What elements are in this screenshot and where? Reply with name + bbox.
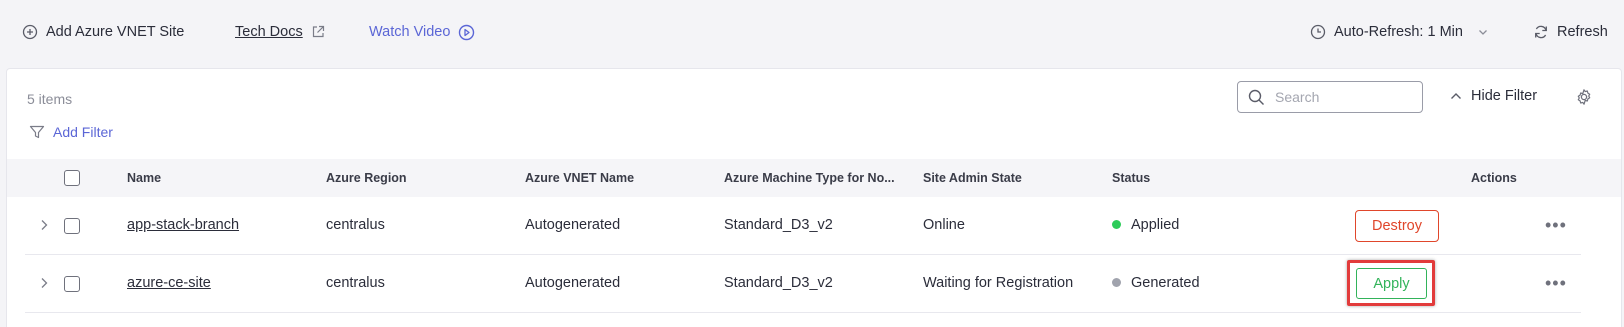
settings-gear-icon[interactable]: [1575, 88, 1593, 106]
add-filter-button[interactable]: Add Filter: [29, 124, 113, 140]
add-azure-vnet-site-label: Add Azure VNET Site: [46, 24, 185, 40]
status-label: Applied: [1131, 217, 1180, 233]
watch-video-link[interactable]: Watch Video: [369, 20, 475, 44]
status-label: Generated: [1131, 275, 1200, 291]
column-header-name[interactable]: Name: [127, 171, 161, 185]
table-header: Name Azure Region Azure VNET Name Azure …: [7, 159, 1621, 197]
plus-circle-icon: [22, 24, 38, 40]
external-link-icon: [311, 25, 325, 39]
vnet-name-cell: Autogenerated: [525, 275, 621, 291]
column-header-site-admin-state[interactable]: Site Admin State: [923, 171, 1022, 185]
chevron-down-icon: [1477, 26, 1489, 38]
column-header-status[interactable]: Status: [1112, 171, 1150, 185]
add-azure-vnet-site-button[interactable]: Add Azure VNET Site: [22, 20, 184, 44]
refresh-icon: [1533, 24, 1549, 40]
machine-type-cell: Standard_D3_v2: [724, 217, 833, 233]
select-all-checkbox[interactable]: [64, 170, 80, 186]
machine-type-cell: Standard_D3_v2: [724, 275, 833, 291]
site-name-link[interactable]: azure-ce-site: [127, 275, 211, 291]
apply-button[interactable]: Apply: [1356, 268, 1427, 299]
row-checkbox[interactable]: [64, 218, 80, 234]
azure-region-cell: centralus: [326, 275, 385, 291]
column-header-azure-vnet-name[interactable]: Azure VNET Name: [525, 171, 634, 185]
refresh-button[interactable]: Refresh: [1533, 20, 1608, 44]
top-toolbar: Add Azure VNET Site Tech Docs Watch Vide…: [0, 0, 1624, 64]
filter-icon: [29, 124, 45, 140]
vnet-name-cell: Autogenerated: [525, 217, 621, 233]
column-header-actions: Actions: [1471, 171, 1517, 185]
table-row: app-stack-branch centralus Autogenerated…: [7, 197, 1621, 255]
table-row: azure-ce-site centralus Autogenerated St…: [7, 255, 1621, 313]
chevron-right-icon[interactable]: [39, 218, 49, 232]
clock-icon: [1310, 24, 1326, 40]
chevron-right-icon[interactable]: [39, 276, 49, 290]
row-checkbox[interactable]: [64, 276, 80, 292]
destroy-button[interactable]: Destroy: [1355, 210, 1439, 242]
search-icon: [1248, 89, 1265, 106]
column-header-machine-type[interactable]: Azure Machine Type for No...: [724, 171, 895, 185]
items-count: 5 items: [27, 91, 73, 107]
azure-region-cell: centralus: [326, 217, 385, 233]
more-actions-icon[interactable]: •••: [1545, 216, 1567, 234]
admin-state-cell: Online: [923, 217, 965, 233]
add-filter-label: Add Filter: [53, 124, 113, 140]
tech-docs-label: Tech Docs: [235, 24, 303, 40]
tech-docs-link[interactable]: Tech Docs: [235, 20, 325, 44]
admin-state-cell: Waiting for Registration: [923, 275, 1074, 291]
watch-video-label: Watch Video: [369, 24, 451, 40]
row-divider: [25, 312, 1581, 313]
status-cell: Applied: [1112, 217, 1179, 233]
search-box[interactable]: [1237, 81, 1423, 113]
more-actions-icon[interactable]: •••: [1545, 274, 1567, 292]
status-dot-applied: [1112, 219, 1121, 229]
sites-panel: 5 items Add Filter Hide Filter Name Azur…: [6, 68, 1622, 327]
hide-filter-button[interactable]: Hide Filter: [1449, 88, 1537, 104]
chevron-up-icon: [1449, 89, 1463, 103]
status-cell: Generated: [1112, 275, 1200, 291]
play-circle-icon: [458, 24, 475, 41]
apply-button-highlight: Apply: [1347, 260, 1435, 306]
auto-refresh-dropdown[interactable]: Auto-Refresh: 1 Min: [1310, 20, 1489, 44]
search-input[interactable]: [1275, 89, 1415, 105]
site-name-link[interactable]: app-stack-branch: [127, 217, 239, 233]
status-dot-generated: [1112, 277, 1121, 287]
column-header-azure-region[interactable]: Azure Region: [326, 171, 407, 185]
auto-refresh-label: Auto-Refresh: 1 Min: [1334, 24, 1463, 40]
hide-filter-label: Hide Filter: [1471, 88, 1538, 104]
refresh-label: Refresh: [1557, 24, 1608, 40]
